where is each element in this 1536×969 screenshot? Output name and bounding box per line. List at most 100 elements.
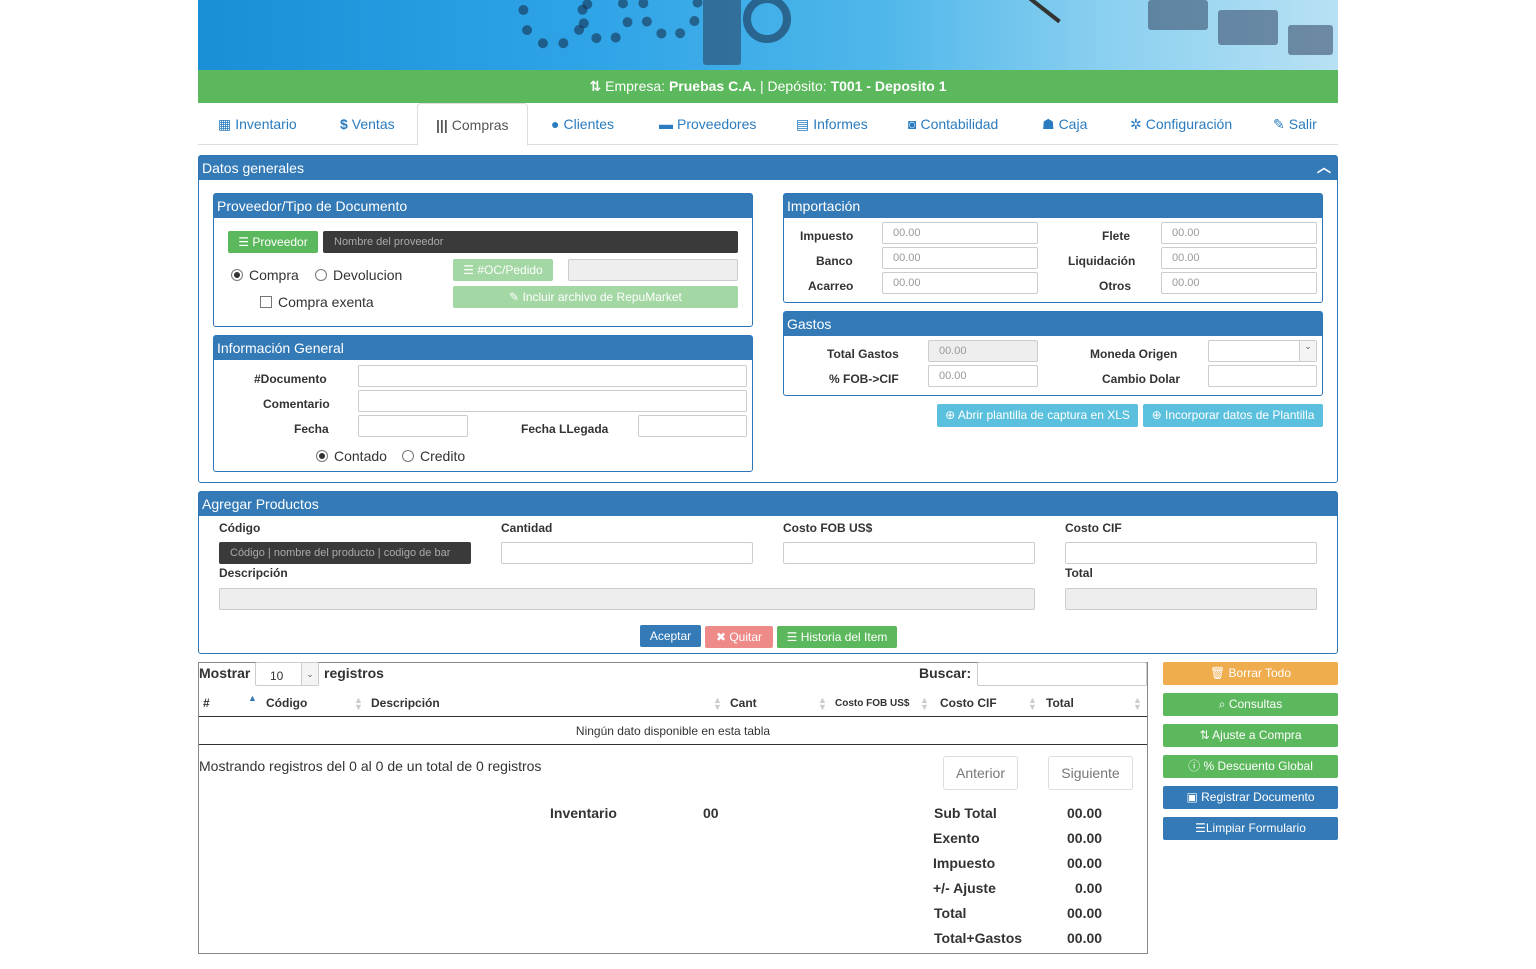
informacion-general-title: Información General bbox=[214, 336, 752, 360]
quitar-button[interactable]: ✖ Quitar bbox=[705, 626, 773, 648]
ajuste-value: 0.00 bbox=[1075, 880, 1103, 896]
total-gastos-summary-label: Total+Gastos bbox=[934, 930, 1023, 946]
contado-label: Contado bbox=[334, 448, 387, 464]
descripcion-input bbox=[219, 588, 1035, 610]
tab-compras[interactable]: ||| Compras bbox=[417, 103, 528, 146]
cambio-dolar-input[interactable] bbox=[1208, 365, 1317, 387]
tab-salir[interactable]: ✎ Salir bbox=[1271, 103, 1319, 145]
list-icon: ☰ bbox=[463, 263, 478, 277]
flete-input[interactable]: 00.00 bbox=[1161, 222, 1317, 244]
datos-generales-header[interactable]: Datos generales ︿ bbox=[199, 156, 1337, 180]
agregar-productos-title: Agregar Productos bbox=[199, 492, 1337, 516]
total-input bbox=[1065, 588, 1317, 610]
search-input[interactable] bbox=[977, 662, 1147, 686]
cantidad-label: Cantidad bbox=[501, 521, 553, 535]
buscar-label: Buscar: bbox=[919, 665, 972, 681]
page-size-select[interactable]: 10 ⌄ bbox=[255, 662, 319, 686]
compra-exenta-checkbox[interactable]: Compra exenta bbox=[260, 294, 374, 310]
compra-radio[interactable]: Compra bbox=[231, 267, 299, 283]
company-bar: ⇅ Empresa: Pruebas C.A. | Depósito: T001… bbox=[198, 70, 1338, 103]
fecha-input[interactable] bbox=[358, 415, 468, 437]
arrow-circle-icon: ⊕ bbox=[945, 408, 958, 422]
items-table-area bbox=[198, 662, 1148, 954]
empty-table-row: Ningún dato disponible en esta tabla bbox=[199, 716, 1147, 745]
impuesto-input[interactable]: 00.00 bbox=[882, 222, 1038, 244]
tab-informes[interactable]: ▤ Informes bbox=[794, 103, 870, 145]
costo-cif-input[interactable] bbox=[1065, 542, 1317, 564]
tab-label: Compras bbox=[451, 117, 509, 133]
column-header-costo-fob[interactable]: Costo FOB US$ bbox=[835, 698, 909, 709]
moneda-origen-select[interactable]: ⌄ bbox=[1208, 340, 1317, 362]
limpiar-formulario-button[interactable]: ☰Limpiar Formulario bbox=[1163, 817, 1338, 840]
abrir-plantilla-button[interactable]: ⊕ Abrir plantilla de captura en XLS bbox=[937, 404, 1138, 427]
column-header-codigo[interactable]: Código bbox=[266, 696, 307, 710]
empresa-value: Pruebas C.A. bbox=[668, 78, 757, 94]
oc-pedido-input[interactable] bbox=[568, 259, 738, 281]
descuento-global-button[interactable]: ⓘ % Descuento Global bbox=[1163, 755, 1338, 778]
historia-item-button[interactable]: ☰ Historia del Item bbox=[777, 626, 897, 648]
fecha-llegada-input[interactable] bbox=[638, 415, 747, 437]
tab-caja[interactable]: ☗ Caja bbox=[1040, 103, 1089, 145]
aceptar-button[interactable]: Aceptar bbox=[640, 625, 701, 647]
arrow-circle-icon: ⊕ bbox=[1151, 408, 1165, 422]
subtotal-value: 00.00 bbox=[1067, 805, 1103, 821]
borrar-todo-label: Borrar Todo bbox=[1228, 666, 1292, 680]
pencil-icon: ✎ bbox=[509, 290, 523, 304]
tab-contabilidad[interactable]: ◙ Contabilidad bbox=[906, 103, 1000, 145]
acarreo-input[interactable]: 00.00 bbox=[882, 272, 1038, 294]
oc-pedido-button[interactable]: ☰ #OC/Pedido bbox=[453, 259, 553, 281]
tab-ventas[interactable]: $ Ventas bbox=[338, 103, 397, 145]
devolucion-radio[interactable]: Devolucion bbox=[315, 267, 402, 283]
fob-cif-input[interactable]: 00.00 bbox=[928, 365, 1038, 387]
tab-configuracion[interactable]: ✲ Configuración bbox=[1128, 103, 1234, 145]
codigo-label: Código bbox=[219, 521, 261, 535]
main-nav: ▦ Inventario $ Ventas ||| Compras ● Clientes… bbox=[198, 103, 1338, 146]
impuesto-label: Impuesto bbox=[800, 229, 854, 243]
anterior-button[interactable]: Anterior bbox=[943, 756, 1018, 790]
proveedor-button[interactable]: ☰ Proveedor bbox=[228, 231, 318, 253]
sort-icon: ⇅ bbox=[1199, 728, 1213, 742]
chevron-up-icon[interactable]: ︿ bbox=[1317, 155, 1331, 179]
quitar-label: Quitar bbox=[729, 630, 763, 644]
registrar-documento-button[interactable]: ▣ Registrar Documento bbox=[1163, 786, 1338, 809]
sort-icon: ▲ ▼ bbox=[1028, 695, 1037, 712]
sort-asc-icon: ▲ bbox=[248, 693, 257, 703]
empresa-label: Empresa: bbox=[605, 78, 666, 94]
borrar-todo-button[interactable]: 🗑 Borrar Todo bbox=[1163, 662, 1338, 685]
ajuste-compra-button[interactable]: ⇅ Ajuste a Compra bbox=[1163, 724, 1338, 747]
column-header-descripcion[interactable]: Descripción bbox=[371, 696, 440, 710]
credito-radio[interactable]: Credito bbox=[402, 448, 465, 464]
total-label: Total bbox=[1065, 566, 1093, 580]
radio-unselected bbox=[315, 269, 327, 281]
consultas-button[interactable]: ⌕ Consultas bbox=[1163, 693, 1338, 716]
deposito-value: T001 - Deposito 1 bbox=[830, 78, 947, 94]
column-header-total[interactable]: Total bbox=[1046, 696, 1074, 710]
costo-fob-input[interactable] bbox=[783, 542, 1035, 564]
tab-clientes[interactable]: ● Clientes bbox=[549, 103, 616, 145]
proveedor-name-input[interactable]: Nombre del proveedor bbox=[323, 231, 738, 253]
radio-unselected bbox=[402, 450, 414, 462]
flete-label: Flete bbox=[1102, 229, 1131, 243]
close-icon: ✖ bbox=[715, 630, 730, 644]
codigo-input[interactable]: Código | nombre del producto | codigo de… bbox=[219, 542, 471, 564]
tab-proveedores[interactable]: ▬ Proveedores bbox=[657, 103, 758, 145]
documento-input[interactable] bbox=[358, 365, 747, 387]
cantidad-input[interactable] bbox=[501, 542, 753, 564]
contado-radio[interactable]: Contado bbox=[316, 448, 387, 464]
total-summary-value: 00.00 bbox=[1067, 905, 1103, 921]
liquidacion-label: Liquidación bbox=[1068, 254, 1136, 268]
tab-inventario[interactable]: ▦ Inventario bbox=[216, 103, 299, 145]
incorporar-plantilla-button[interactable]: ⊕ Incorporar datos de Plantilla bbox=[1143, 404, 1323, 427]
banco-input[interactable]: 00.00 bbox=[882, 247, 1038, 269]
column-header-number[interactable]: # bbox=[203, 696, 210, 710]
siguiente-button[interactable]: Siguiente bbox=[1048, 756, 1133, 790]
liquidacion-input[interactable]: 00.00 bbox=[1161, 247, 1317, 269]
otros-input[interactable]: 00.00 bbox=[1161, 272, 1317, 294]
comentario-input[interactable] bbox=[358, 390, 747, 412]
fecha-llegada-label: Fecha LLegada bbox=[521, 422, 609, 436]
abrir-plantilla-label: Abrir plantilla de captura en XLS bbox=[957, 408, 1130, 422]
column-header-cant[interactable]: Cant bbox=[730, 696, 757, 710]
repumarket-button[interactable]: ✎ Incluir archivo de RepuMarket bbox=[453, 286, 738, 308]
ajuste-label: +/- Ajuste bbox=[933, 880, 996, 896]
column-header-costo-cif[interactable]: Costo CIF bbox=[940, 696, 997, 710]
